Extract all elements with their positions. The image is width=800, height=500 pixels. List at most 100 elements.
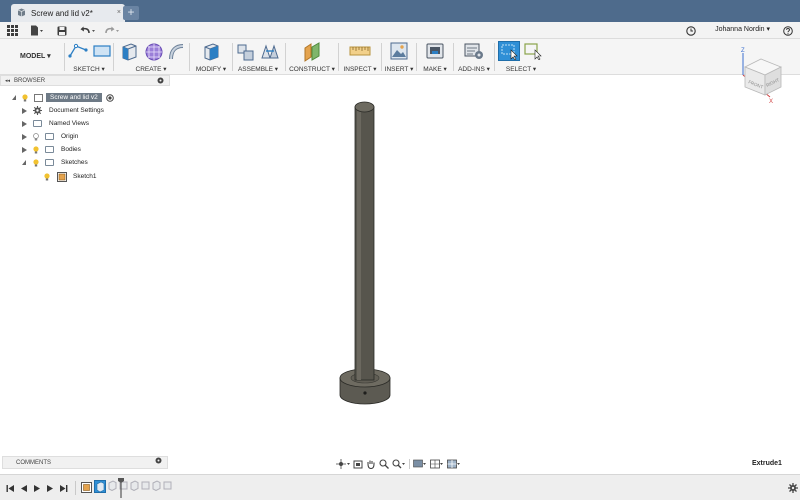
- help-icon[interactable]: [783, 24, 793, 37]
- tree-item-origin[interactable]: Origin: [22, 131, 78, 142]
- timeline-sketch-feature[interactable]: [81, 481, 92, 493]
- collapse-icon[interactable]: ◂◂: [5, 78, 10, 84]
- expand-arrow-icon[interactable]: [22, 120, 27, 127]
- create-group[interactable]: CREATE ▾: [115, 39, 187, 75]
- tree-item-label: Sketches: [61, 159, 88, 166]
- quick-access-bar: Johanna Nordin ▾: [0, 22, 800, 39]
- go-to-end-icon[interactable]: [59, 483, 68, 493]
- document-tab-label: Screw and lid v2*: [31, 8, 93, 18]
- fit-zoom-icon[interactable]: [392, 458, 406, 469]
- redo-icon[interactable]: [104, 24, 122, 37]
- folder-icon: [33, 120, 42, 127]
- press-pull-icon[interactable]: [202, 42, 220, 62]
- add-ins-group[interactable]: ADD-INS ▾: [455, 39, 493, 75]
- insert-image-icon[interactable]: [390, 42, 408, 60]
- go-to-start-icon[interactable]: [6, 483, 15, 493]
- offset-plane-icon[interactable]: [302, 42, 322, 62]
- document-icon: [34, 93, 43, 102]
- new-tab-button[interactable]: +: [123, 6, 139, 20]
- assemble-group[interactable]: ASSEMBLE ▾: [234, 39, 282, 75]
- navigation-bar: [333, 456, 468, 471]
- play-icon[interactable]: [33, 483, 41, 493]
- tree-item-document-settings[interactable]: Document Settings: [22, 105, 104, 116]
- pan-hand-icon[interactable]: [366, 459, 376, 469]
- grid-snaps-icon[interactable]: [430, 459, 444, 469]
- document-icon: [17, 8, 26, 19]
- save-icon[interactable]: [57, 24, 67, 37]
- extrude-icon[interactable]: [120, 42, 138, 62]
- tree-item-named-views[interactable]: Named Views: [22, 118, 89, 129]
- tree-item-sketches[interactable]: Sketches: [22, 157, 88, 168]
- create-menu-label: CREATE ▾: [135, 66, 167, 73]
- step-forward-icon[interactable]: [46, 483, 54, 493]
- tree-item-root[interactable]: Screw and lid v2: [12, 92, 114, 103]
- axis-z-label: Z: [741, 48, 745, 54]
- toolbar-divider: [453, 43, 454, 71]
- create-form-icon[interactable]: [144, 42, 164, 62]
- expand-arrow-icon[interactable]: [12, 95, 16, 100]
- active-radio-icon[interactable]: [105, 93, 114, 102]
- file-icon[interactable]: [30, 24, 44, 37]
- workspace-selector[interactable]: MODEL ▾: [20, 52, 51, 60]
- create-pipe-icon[interactable]: [168, 42, 186, 62]
- pin-icon[interactable]: [157, 77, 164, 86]
- sketch-line-icon[interactable]: [68, 42, 88, 60]
- pin-icon[interactable]: [155, 457, 162, 469]
- apps-grid-icon[interactable]: [7, 24, 18, 37]
- new-component-icon[interactable]: [236, 42, 256, 62]
- visibility-bulb-icon[interactable]: [33, 132, 39, 141]
- inspect-group[interactable]: INSPECT ▾: [340, 39, 380, 75]
- sketch-group[interactable]: SKETCH ▾: [66, 39, 112, 75]
- title-bar: Screw and lid v2* × +: [0, 0, 800, 22]
- look-at-icon[interactable]: [353, 459, 363, 469]
- undo-icon[interactable]: [80, 24, 98, 37]
- visibility-bulb-icon[interactable]: [33, 145, 39, 154]
- visibility-bulb-icon[interactable]: [44, 172, 50, 181]
- joint-icon[interactable]: [260, 42, 280, 62]
- scripts-addins-icon[interactable]: [464, 42, 484, 60]
- expand-arrow-icon[interactable]: [22, 107, 27, 114]
- modify-group[interactable]: MODIFY ▾: [191, 39, 231, 75]
- viewports-icon[interactable]: [447, 459, 461, 469]
- viewcube[interactable]: Z X FRONT RIGHT: [735, 45, 790, 105]
- expand-arrow-icon[interactable]: [22, 160, 26, 165]
- browser-panel: ◂◂ BROWSER Screw and lid v2 Document Set…: [0, 75, 170, 185]
- document-tab[interactable]: Screw and lid v2* ×: [11, 4, 125, 22]
- display-settings-icon[interactable]: [413, 459, 427, 469]
- model-body[interactable]: [330, 95, 400, 415]
- measure-icon[interactable]: [349, 44, 371, 58]
- timeline-marker-icon[interactable]: [118, 478, 124, 500]
- timeline-extrude-feature[interactable]: [94, 479, 106, 493]
- make-group[interactable]: MAKE ▾: [418, 39, 452, 75]
- timeline-bar: [0, 474, 800, 500]
- user-menu[interactable]: Johanna Nordin ▾: [715, 25, 770, 33]
- gear-icon[interactable]: [788, 483, 798, 493]
- close-icon[interactable]: ×: [117, 9, 121, 17]
- assemble-menu-label: ASSEMBLE ▾: [237, 66, 279, 73]
- orbit-icon[interactable]: [336, 458, 350, 469]
- visibility-bulb-icon[interactable]: [33, 158, 39, 167]
- timeline-divider: [75, 481, 76, 495]
- 3d-print-icon[interactable]: [426, 42, 444, 60]
- insert-group[interactable]: INSERT ▾: [383, 39, 415, 75]
- folder-icon: [45, 159, 54, 166]
- sketch-rectangle-icon[interactable]: [93, 45, 111, 57]
- clock-icon[interactable]: [686, 24, 696, 37]
- select-group[interactable]: SELECT ▾: [496, 39, 546, 75]
- construct-group[interactable]: CONSTRUCT ▾: [287, 39, 337, 75]
- visibility-bulb-icon[interactable]: [22, 93, 28, 102]
- tree-item-sketch1[interactable]: Sketch1: [44, 171, 97, 182]
- comments-panel[interactable]: COMMENTS: [2, 456, 168, 469]
- select-tool-button[interactable]: [498, 41, 520, 61]
- browser-header[interactable]: ◂◂ BROWSER: [0, 75, 170, 86]
- expand-arrow-icon[interactable]: [22, 133, 27, 140]
- step-back-icon[interactable]: [20, 483, 28, 493]
- tree-item-bodies[interactable]: Bodies: [22, 144, 81, 155]
- window-select-icon[interactable]: [523, 42, 543, 60]
- select-cursor-icon: [501, 44, 518, 61]
- expand-arrow-icon[interactable]: [22, 146, 27, 153]
- toolbar-divider: [113, 43, 114, 71]
- zoom-icon[interactable]: [379, 458, 389, 469]
- sketch-icon: [57, 171, 67, 182]
- construct-menu-label: CONSTRUCT ▾: [289, 66, 335, 73]
